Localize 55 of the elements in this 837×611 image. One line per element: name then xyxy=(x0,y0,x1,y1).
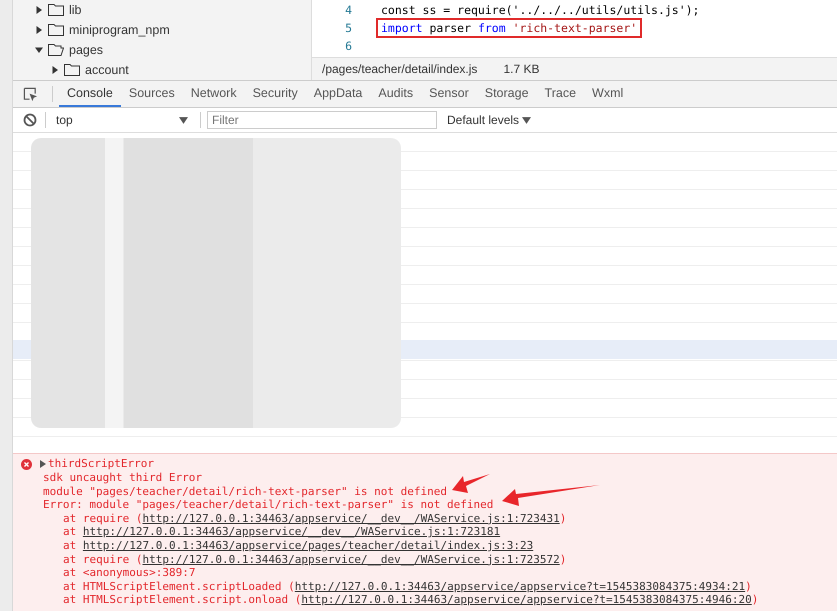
source-link[interactable]: http://127.0.0.1:34463/appservice/__dev__/WAService.js:1:723572 xyxy=(142,552,560,566)
expand-triangle-icon[interactable] xyxy=(40,460,46,468)
caret-icon xyxy=(179,116,188,124)
caret-icon xyxy=(522,117,532,124)
stack-frame: at HTMLScriptElement.scriptLoaded (http://127.0.0.1:34463/appservice/appservice?t=1545383084375:4934:21) xyxy=(63,580,752,594)
arrow xyxy=(452,474,490,493)
devtools-tab[interactable]: Storage xyxy=(476,81,537,107)
devtools-tab[interactable]: Audits xyxy=(370,81,422,107)
clear-console-icon[interactable] xyxy=(23,113,37,127)
devtools-tab[interactable]: Trace xyxy=(536,81,584,107)
source-link[interactable]: http://127.0.0.1:34463/appservice/__dev__/WAService.js:1:723181 xyxy=(82,525,500,538)
source-link[interactable]: http://127.0.0.1:34463/appservice/appservice?t=1545383084375:4934:21 xyxy=(294,580,746,593)
devtools-tab[interactable]: Wxml xyxy=(584,81,632,107)
devtools-tab[interactable]: Sensor xyxy=(421,81,477,107)
stack-frame: at http://127.0.0.1:34463/appservice/pages/teacher/detail/index.js:3:23 xyxy=(63,539,534,553)
folder-icon xyxy=(48,24,64,36)
folder-icon xyxy=(48,44,64,56)
file-path: /pages/teacher/detail/index.js xyxy=(322,62,478,76)
source-link[interactable]: http://127.0.0.1:34463/appservice/pages/teacher/detail/index.js:3:23 xyxy=(82,539,534,552)
stack-frame: at require (http://127.0.0.1:34463/appservice/__dev__/WAService.js:1:723431) xyxy=(63,512,566,526)
stack-frame: at HTMLScriptElement.script.onload (http://127.0.0.1:34463/appservice/appservice?t=1545383084375:4946:20) xyxy=(63,593,758,607)
log-levels-dropdown[interactable]: Default levels xyxy=(447,113,532,127)
devtools-tab[interactable]: AppData xyxy=(306,81,370,107)
filter-field[interactable]: Filter xyxy=(207,111,437,129)
devtools-tab[interactable]: Console xyxy=(59,81,121,107)
file-size: 1.7 KB xyxy=(503,62,540,76)
line-number: 5 xyxy=(344,21,353,35)
line-number: 4 xyxy=(344,3,353,17)
code-line: const ss = require('../../../utils/utils.js'); xyxy=(380,2,700,19)
inspect-element-icon[interactable] xyxy=(23,86,38,102)
context-select[interactable]: top xyxy=(52,113,194,127)
error-message: sdk uncaught third Error xyxy=(43,471,202,485)
disclosure-triangle-icon[interactable] xyxy=(35,6,43,14)
error-message: module "pages/teacher/detail/rich-text-parser" is not defined xyxy=(43,484,447,498)
stack-frame: at require (http://127.0.0.1:34463/appservice/__dev__/WAService.js:1:723572) xyxy=(63,552,566,566)
disclosure-triangle-icon[interactable] xyxy=(35,46,43,54)
disclosure-triangle-icon[interactable] xyxy=(35,26,43,34)
devtools-tab[interactable]: Network xyxy=(182,81,245,107)
tree-item[interactable]: miniprogram_npm xyxy=(69,23,170,37)
source-link[interactable]: http://127.0.0.1:34463/appservice/appservice?t=1545383084375:4946:20 xyxy=(301,593,752,606)
stack-frame: at <anonymous>:389:7 xyxy=(63,566,196,580)
tree-item[interactable]: lib xyxy=(69,3,82,17)
line-number: 6 xyxy=(344,39,353,53)
error-message: Error: module "pages/teacher/detail/rich-text-parser" is not defined xyxy=(43,498,494,512)
tree-item[interactable]: account xyxy=(85,63,129,77)
source-link[interactable]: http://127.0.0.1:34463/appservice/__dev__/WAService.js:1:723431 xyxy=(142,512,560,525)
folder-icon xyxy=(48,4,64,16)
tree-item[interactable]: pages xyxy=(69,43,104,57)
devtools-tab[interactable]: Security xyxy=(244,81,306,107)
stack-frame: at http://127.0.0.1:34463/appservice/__dev__/WAService.js:1:723181 xyxy=(63,525,500,540)
folder-icon xyxy=(64,64,80,76)
devtools-tab[interactable]: Sources xyxy=(120,81,183,107)
error-title[interactable]: thirdScriptError xyxy=(48,457,154,472)
disclosure-triangle-icon[interactable] xyxy=(51,66,59,74)
error-icon xyxy=(21,458,32,470)
